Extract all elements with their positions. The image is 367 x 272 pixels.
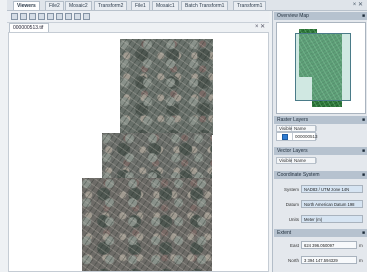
column-visible[interactable]: Visible bbox=[277, 158, 292, 163]
coordinate-system-title: Coordinate System bbox=[277, 172, 320, 178]
aerial-image-tile-top bbox=[120, 39, 213, 135]
north-unit: m bbox=[359, 258, 363, 263]
tab-mosaic2[interactable]: Mosaic2 bbox=[65, 1, 92, 10]
zoom-out-icon[interactable] bbox=[47, 13, 54, 20]
pin-icon[interactable]: ■ bbox=[362, 116, 365, 124]
system-field[interactable]: NAD83 / UTM zone 14N bbox=[301, 185, 363, 193]
datum-field[interactable]: North American Datum 198 bbox=[301, 200, 363, 208]
tab-mosaic1[interactable]: Mosaic1 bbox=[152, 1, 179, 10]
units-field[interactable]: Meter (m) bbox=[301, 215, 363, 223]
system-label: System bbox=[283, 187, 299, 192]
overview-map[interactable] bbox=[276, 22, 366, 114]
raster-layer-row[interactable]: 000000513 bbox=[276, 132, 318, 141]
east-label: East bbox=[289, 243, 299, 248]
tab-file2[interactable]: File2 bbox=[45, 1, 64, 10]
document-close-controls[interactable]: × ✕ bbox=[255, 23, 265, 30]
column-name[interactable]: Name bbox=[292, 126, 317, 131]
vector-layers-header[interactable]: Vector Layers ■ bbox=[274, 147, 367, 155]
identify-icon[interactable] bbox=[74, 13, 81, 20]
pin-icon[interactable]: ■ bbox=[362, 229, 365, 237]
measure-icon[interactable] bbox=[83, 13, 90, 20]
top-tab-bar: Viewers File2 Mosaic2 Transform2 File1 M… bbox=[7, 0, 367, 11]
raster-layers-title: Raster Layers bbox=[277, 117, 309, 123]
select-icon[interactable] bbox=[65, 13, 72, 20]
document-tab[interactable]: 000000513.tif bbox=[9, 23, 49, 32]
tab-transform1[interactable]: Transform1 bbox=[233, 1, 267, 10]
north-field[interactable]: 3 394 147.594329 bbox=[301, 256, 357, 264]
raster-layers-column-header: Visible Name bbox=[276, 125, 317, 132]
layer-name: 000000513 bbox=[292, 133, 318, 140]
overview-map-header[interactable]: Overview Map ■ bbox=[274, 12, 367, 20]
vector-layers-title: Vector Layers bbox=[277, 148, 308, 154]
overview-extent-frame[interactable] bbox=[295, 33, 351, 101]
vector-layers-column-header: Visible Name bbox=[276, 157, 317, 164]
extent-title: Extent bbox=[277, 230, 292, 236]
aerial-image-tile-bottom bbox=[82, 178, 212, 271]
tab-file1[interactable]: File1 bbox=[131, 1, 150, 10]
column-name[interactable]: Name bbox=[292, 158, 317, 163]
save-icon[interactable] bbox=[20, 13, 27, 20]
coordinate-system-header[interactable]: Coordinate System ■ bbox=[274, 171, 367, 179]
column-visible[interactable]: Visible bbox=[277, 126, 292, 131]
right-panel: Overview Map ■ Raster Layers ■ Visible N… bbox=[272, 11, 367, 272]
pin-icon[interactable]: ■ bbox=[362, 147, 365, 155]
tab-batch-transform1[interactable]: Batch Transform1 bbox=[181, 1, 229, 10]
units-label: Units bbox=[288, 217, 299, 222]
visible-checkbox[interactable] bbox=[282, 134, 288, 140]
app-window: Viewers File2 Mosaic2 Transform2 File1 M… bbox=[0, 0, 367, 272]
map-toolbar bbox=[7, 11, 269, 23]
aerial-image-tile-middle bbox=[102, 133, 212, 179]
open-icon[interactable] bbox=[11, 13, 18, 20]
zoom-in-icon[interactable] bbox=[38, 13, 45, 20]
pan-icon[interactable] bbox=[29, 13, 36, 20]
window-close-controls[interactable]: × ✕ bbox=[353, 1, 363, 9]
datum-label: Datum bbox=[285, 202, 299, 207]
tab-transform2[interactable]: Transform2 bbox=[94, 1, 128, 10]
pin-icon[interactable]: ■ bbox=[362, 171, 365, 179]
tab-viewers[interactable]: Viewers bbox=[13, 1, 40, 10]
zoom-extent-icon[interactable] bbox=[56, 13, 63, 20]
east-unit: m bbox=[359, 243, 363, 248]
raster-layers-header[interactable]: Raster Layers ■ bbox=[274, 116, 367, 124]
map-viewport[interactable] bbox=[8, 32, 269, 272]
extent-header[interactable]: Extent ■ bbox=[274, 229, 367, 237]
pin-icon[interactable]: ■ bbox=[362, 12, 365, 20]
overview-map-title: Overview Map bbox=[277, 13, 309, 19]
east-field[interactable]: 624 396.050097 bbox=[301, 241, 357, 249]
north-label: North bbox=[287, 258, 299, 263]
